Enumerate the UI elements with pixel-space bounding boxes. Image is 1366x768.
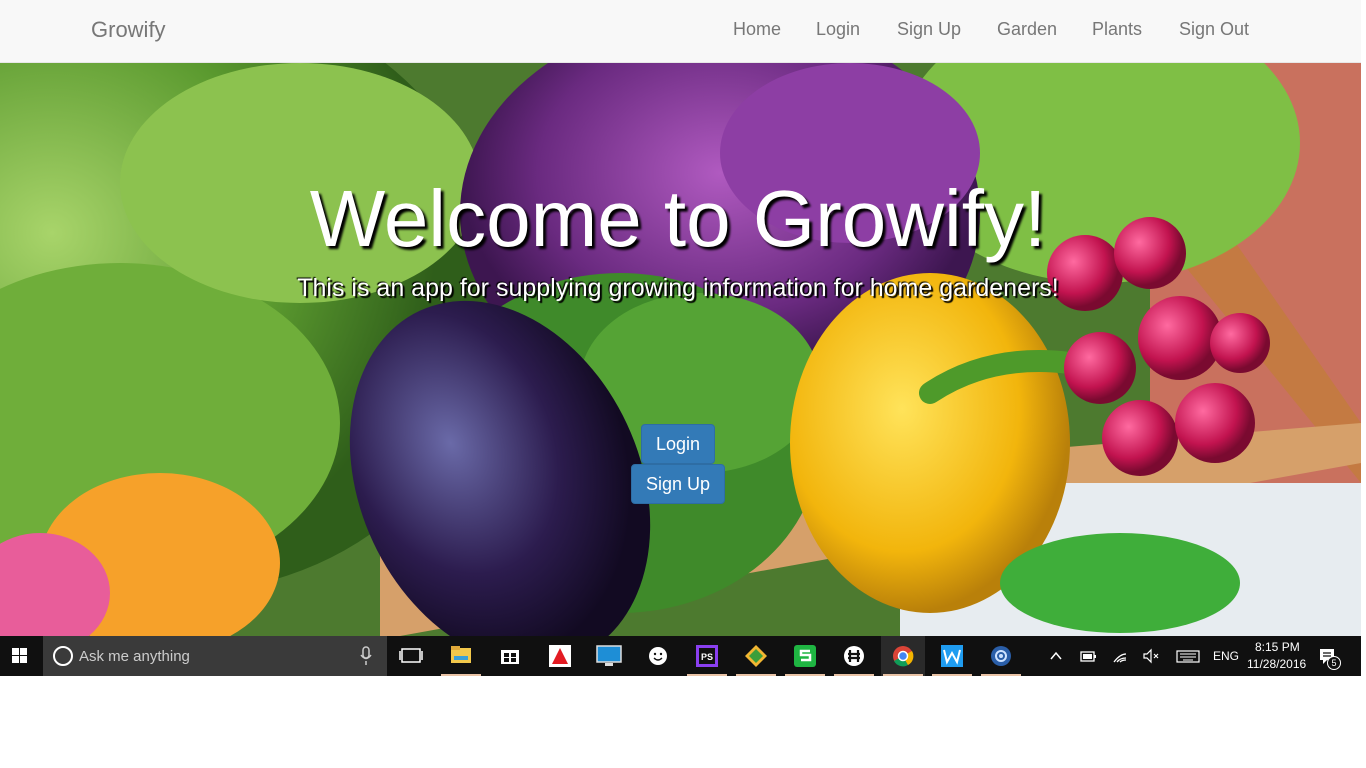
running-indicator [441,674,481,676]
running-indicator [834,674,874,676]
vegetables-background-image [0,63,1361,636]
start-button[interactable] [0,636,40,676]
hero-login-button[interactable]: Login [641,424,715,464]
microphone-icon[interactable] [358,646,374,666]
chrome-button[interactable] [881,636,925,676]
slack-button[interactable] [832,636,876,676]
wifi-icon[interactable] [1110,646,1130,666]
phpstorm-icon: PS [696,645,718,667]
hero-signup-button[interactable]: Sign Up [631,464,725,504]
hero-section: Welcome to Growify! This is an app for s… [0,63,1361,636]
steam-icon [991,646,1011,666]
search-placeholder: Ask me anything [79,648,190,665]
chrome-icon [893,646,914,667]
svg-text:PS: PS [701,652,713,662]
language-indicator[interactable]: ENG [1213,649,1239,663]
adobe-button[interactable] [538,636,582,676]
task-view-icon [399,648,423,663]
nav-garden-link[interactable]: Garden [997,19,1057,40]
running-indicator [932,674,972,676]
store-icon [501,650,519,664]
hero-title: Welcome to Growify! [309,174,1047,263]
spreadsheet-icon [794,645,816,667]
nav-login-link[interactable]: Login [816,19,860,40]
hero-subtitle: This is an app for supplying growing inf… [297,274,1059,302]
nav-signout-link[interactable]: Sign Out [1179,19,1249,40]
gitkraken-icon [745,645,767,667]
adobe-icon [549,645,571,667]
webstorm-button[interactable] [930,636,974,676]
notification-badge: 5 [1327,656,1341,670]
clock-time[interactable]: 8:15 PM [1255,640,1300,654]
running-indicator [687,674,727,676]
monitor-app-button[interactable] [587,636,631,676]
emoji-app-icon [649,647,667,665]
emoji-app-button[interactable] [636,636,680,676]
nav-plants-link[interactable]: Plants [1092,19,1142,40]
nav-signup-link[interactable]: Sign Up [897,19,961,40]
cortana-icon [53,646,73,666]
nav-links: Home Login Sign Up Garden Plants Sign Ou… [0,19,1361,41]
slack-icon [844,646,864,666]
volume-muted-icon[interactable] [1141,646,1161,666]
nav-home-link[interactable]: Home [733,19,781,40]
running-indicator [785,674,825,676]
battery-icon[interactable] [1078,646,1098,666]
task-view-button[interactable] [389,636,433,676]
store-button[interactable] [488,636,532,676]
windows-logo-icon [12,648,27,663]
steam-button[interactable] [979,636,1023,676]
phpstorm-button[interactable]: PS [685,636,729,676]
gitkraken-button[interactable] [734,636,778,676]
keyboard-icon[interactable] [1176,646,1200,666]
windows-taskbar: Ask me anything PS ENG 8:15 PM 11/28/201… [0,636,1361,676]
monitor-icon [596,645,622,666]
running-indicator [981,674,1021,676]
running-indicator [883,674,923,676]
chevron-up-icon[interactable] [1046,646,1066,666]
file-explorer-icon [451,646,471,663]
spreadsheet-button[interactable] [783,636,827,676]
running-indicator [736,674,776,676]
navbar: Growify Home Login Sign Up Garden Plants… [0,0,1361,63]
clock-date[interactable]: 11/28/2016 [1247,657,1306,671]
file-explorer-button[interactable] [439,636,483,676]
webstorm-icon [941,645,963,667]
